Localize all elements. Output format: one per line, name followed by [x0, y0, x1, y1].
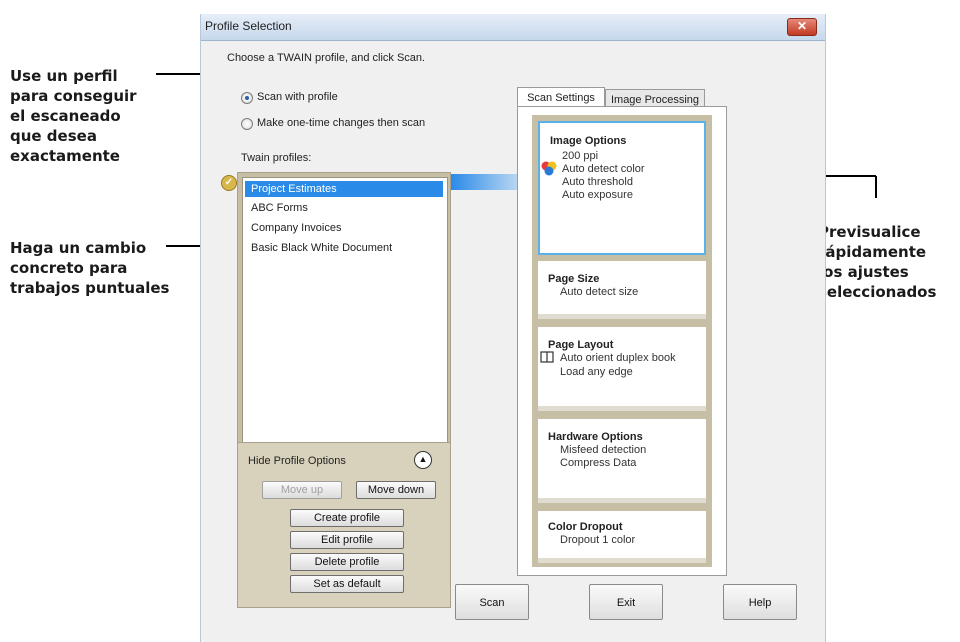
radio-scan-with-profile-label[interactable]: Scan with profile: [257, 91, 338, 103]
default-check-icon: ✓: [221, 175, 237, 191]
move-up-button[interactable]: Move up: [262, 481, 342, 499]
color-icon: [541, 161, 557, 176]
scan-settings-panel: Image Options 200 ppi Auto detect color …: [517, 106, 727, 576]
scan-button[interactable]: Scan: [455, 584, 529, 620]
move-down-button[interactable]: Move down: [356, 481, 436, 499]
card-line: Auto detect color: [562, 163, 645, 175]
card-page-size[interactable]: Page Size Auto detect size: [538, 261, 706, 319]
profile-selection-dialog: Profile Selection ✕ Choose a TWAIN profi…: [200, 14, 826, 642]
card-line: Auto detect size: [560, 286, 639, 298]
card-title: Hardware Options: [548, 431, 643, 443]
close-button[interactable]: ✕: [787, 18, 817, 36]
card-page-layout[interactable]: Page Layout Auto orient duplex book Load…: [538, 327, 706, 411]
card-line: Auto exposure: [562, 189, 633, 201]
card-color-dropout[interactable]: Color Dropout Dropout 1 color: [538, 511, 706, 563]
selection-connector: [451, 174, 519, 190]
edit-profile-button[interactable]: Edit profile: [290, 531, 404, 549]
card-image-options[interactable]: Image Options 200 ppi Auto detect color …: [538, 121, 706, 255]
profile-item-basic-black-white[interactable]: Basic Black White Document: [251, 242, 392, 254]
card-line: Auto threshold: [562, 176, 633, 188]
tab-scan-settings[interactable]: Scan Settings: [517, 87, 605, 107]
card-title: Image Options: [550, 135, 627, 147]
card-line: Misfeed detection: [560, 444, 647, 456]
hide-profile-options-label[interactable]: Hide Profile Options: [248, 455, 346, 467]
card-title: Page Layout: [548, 339, 614, 351]
create-profile-button[interactable]: Create profile: [290, 509, 404, 527]
profiles-label: Twain profiles:: [241, 152, 312, 164]
profile-item-company-invoices[interactable]: Company Invoices: [251, 222, 342, 234]
profile-item-project-estimates[interactable]: Project Estimates: [245, 181, 443, 197]
book-icon: [540, 351, 554, 363]
profiles-list-frame: Project Estimates ABC Forms Company Invo…: [237, 172, 451, 452]
card-line: Load any edge: [560, 366, 633, 378]
set-as-default-button[interactable]: Set as default: [290, 575, 404, 593]
profile-options-panel: Hide Profile Options ▲ Move up Move down…: [237, 442, 451, 608]
dialog-title: Profile Selection: [205, 19, 292, 33]
card-line: Dropout 1 color: [560, 534, 636, 546]
radio-one-time-changes-label[interactable]: Make one-time changes then scan: [257, 117, 425, 129]
card-line: Auto orient duplex book: [560, 352, 676, 364]
card-line: Compress Data: [560, 457, 637, 469]
card-hardware-options[interactable]: Hardware Options Misfeed detection Compr…: [538, 419, 706, 503]
title-bar: Profile Selection ✕: [201, 14, 825, 41]
radio-one-time-changes[interactable]: [241, 118, 253, 130]
delete-profile-button[interactable]: Delete profile: [290, 553, 404, 571]
exit-button[interactable]: Exit: [589, 584, 663, 620]
card-title: Page Size: [548, 273, 600, 285]
profiles-list[interactable]: Project Estimates ABC Forms Company Invo…: [242, 177, 448, 449]
card-title: Color Dropout: [548, 521, 623, 533]
instruction-text: Choose a TWAIN profile, and click Scan.: [227, 52, 426, 64]
radio-scan-with-profile[interactable]: [241, 92, 253, 104]
settings-cards-area: Image Options 200 ppi Auto detect color …: [532, 115, 712, 567]
card-line: 200 ppi: [562, 150, 599, 162]
help-button[interactable]: Help: [723, 584, 797, 620]
collapse-options-icon[interactable]: ▲: [414, 451, 432, 469]
profile-item-abc-forms[interactable]: ABC Forms: [251, 202, 308, 214]
close-icon: ✕: [796, 19, 808, 33]
